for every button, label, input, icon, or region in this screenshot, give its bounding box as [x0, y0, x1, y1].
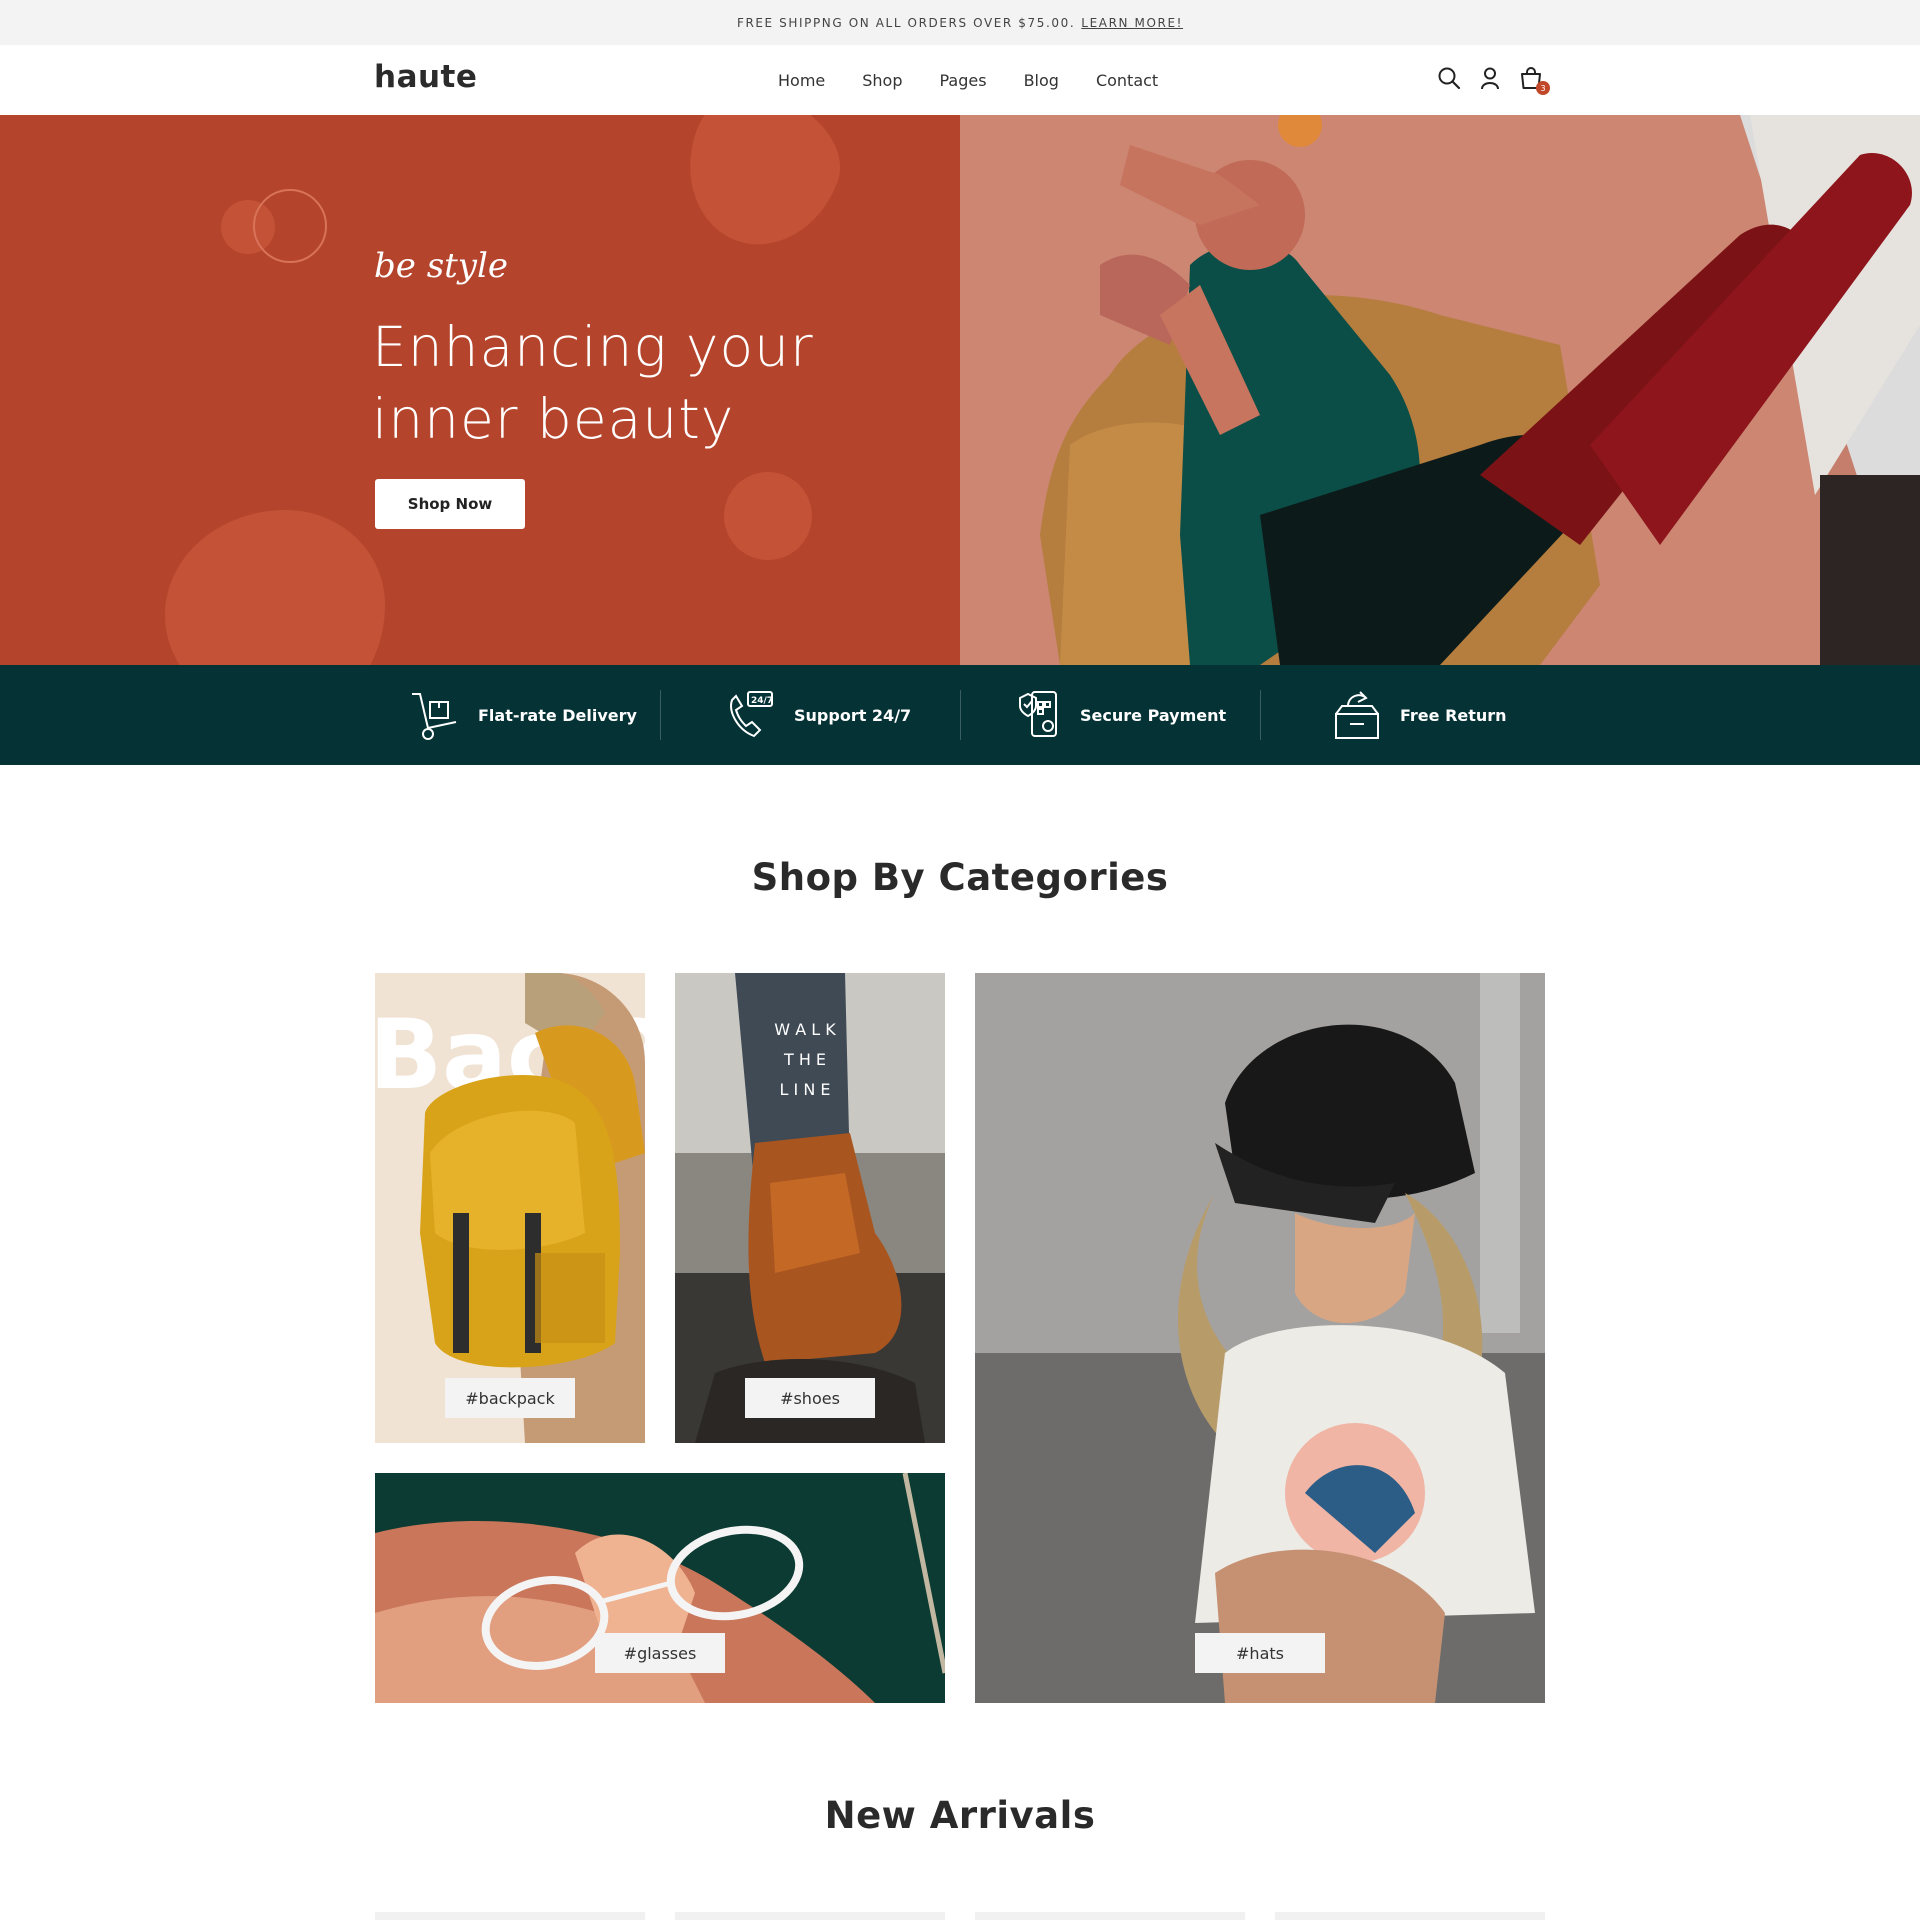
feature-secure-payment: Secure Payment — [1016, 665, 1226, 765]
feature-divider — [960, 690, 961, 740]
category-tag-backpack[interactable]: #backpack — [445, 1378, 575, 1418]
nav-pages[interactable]: Pages — [940, 71, 987, 90]
search-icon[interactable] — [1436, 65, 1462, 91]
decor-blob — [165, 510, 385, 665]
user-icon[interactable] — [1477, 65, 1503, 91]
learn-more-link[interactable]: LEARN MORE! — [1081, 16, 1183, 30]
nav-blog[interactable]: Blog — [1024, 71, 1059, 90]
svg-text:L I N E: L I N E — [780, 1080, 831, 1099]
nav-shop[interactable]: Shop — [862, 71, 902, 90]
cart-count-badge: 3 — [1536, 81, 1550, 95]
category-tile-shoes[interactable]: W A L K T H E L I N E #shoes — [675, 973, 945, 1443]
feature-divider — [660, 690, 661, 740]
backpack-image: Bac P — [375, 973, 645, 1443]
svg-text:W A L K: W A L K — [774, 1020, 836, 1039]
hero-script-text: be style — [374, 246, 508, 286]
feature-divider — [1260, 690, 1261, 740]
hats-image — [975, 973, 1545, 1703]
categories-title: Shop By Categories — [751, 856, 1169, 899]
hero-text-panel: be style Enhancing your inner beauty Sho… — [0, 115, 960, 665]
return-box-icon — [1335, 691, 1379, 739]
nav-contact[interactable]: Contact — [1096, 71, 1158, 90]
category-tile-glasses[interactable]: #glasses — [375, 1473, 945, 1703]
category-tag-shoes[interactable]: #shoes — [745, 1378, 875, 1418]
feature-free-return: Free Return — [1330, 665, 1507, 765]
product-card[interactable] — [375, 1912, 645, 1920]
secure-phone-icon — [1019, 691, 1057, 737]
shop-now-button[interactable]: Shop Now — [375, 479, 525, 529]
product-card[interactable] — [675, 1912, 945, 1920]
feature-support: 24/7 Support 24/7 — [724, 665, 911, 765]
feature-label: Flat-rate Delivery — [478, 705, 637, 725]
cart-icon[interactable]: 3 — [1518, 65, 1550, 95]
features-bar: Flat-rate Delivery 24/7 Support 24/7 Sec… — [0, 665, 1920, 765]
feature-flat-rate-delivery: Flat-rate Delivery — [408, 665, 637, 765]
hero-title: Enhancing your inner beauty — [372, 311, 892, 455]
decor-circle — [724, 472, 812, 560]
phone-24-7-icon: 24/7 — [730, 691, 773, 738]
category-tile-hats[interactable]: #hats — [975, 973, 1545, 1703]
hero-title-line: Enhancing your — [372, 315, 814, 379]
decor-ring — [253, 189, 327, 263]
announcement-text: FREE SHIPPNG ON ALL ORDERS OVER $75.00. — [736, 15, 1076, 30]
feature-label: Free Return — [1400, 705, 1507, 725]
svg-text:T H E: T H E — [783, 1050, 826, 1069]
svg-text:be style: be style — [374, 246, 508, 286]
logo[interactable]: haute — [374, 59, 477, 95]
decor-blob — [665, 115, 859, 267]
hero-banner: be style Enhancing your inner beauty Sho… — [0, 115, 1920, 665]
hand-truck-icon — [412, 693, 457, 740]
category-tag-glasses[interactable]: #glasses — [595, 1633, 725, 1673]
new-arrivals-title: New Arrivals — [824, 1794, 1096, 1837]
category-tile-backpack[interactable]: Bac P #backpack — [375, 973, 645, 1443]
shoes-image: W A L K T H E L I N E — [675, 973, 945, 1443]
header-actions: 3 — [1436, 65, 1550, 95]
product-card[interactable] — [1275, 1912, 1545, 1920]
nav-home[interactable]: Home — [778, 71, 825, 90]
site-header: haute Home Shop Pages Blog Contact 3 — [0, 45, 1920, 115]
hero-image — [960, 115, 1920, 665]
main-nav: Home Shop Pages Blog Contact — [760, 45, 1158, 115]
feature-label: Secure Payment — [1080, 705, 1227, 725]
feature-label: Support 24/7 — [794, 705, 912, 725]
announcement-bar: FREE SHIPPNG ON ALL ORDERS OVER $75.00. … — [0, 0, 1920, 45]
category-tag-hats[interactable]: #hats — [1195, 1633, 1325, 1673]
product-card[interactable] — [975, 1912, 1245, 1920]
hero-title-line: inner beauty — [372, 387, 735, 451]
svg-text:24/7: 24/7 — [751, 696, 773, 706]
